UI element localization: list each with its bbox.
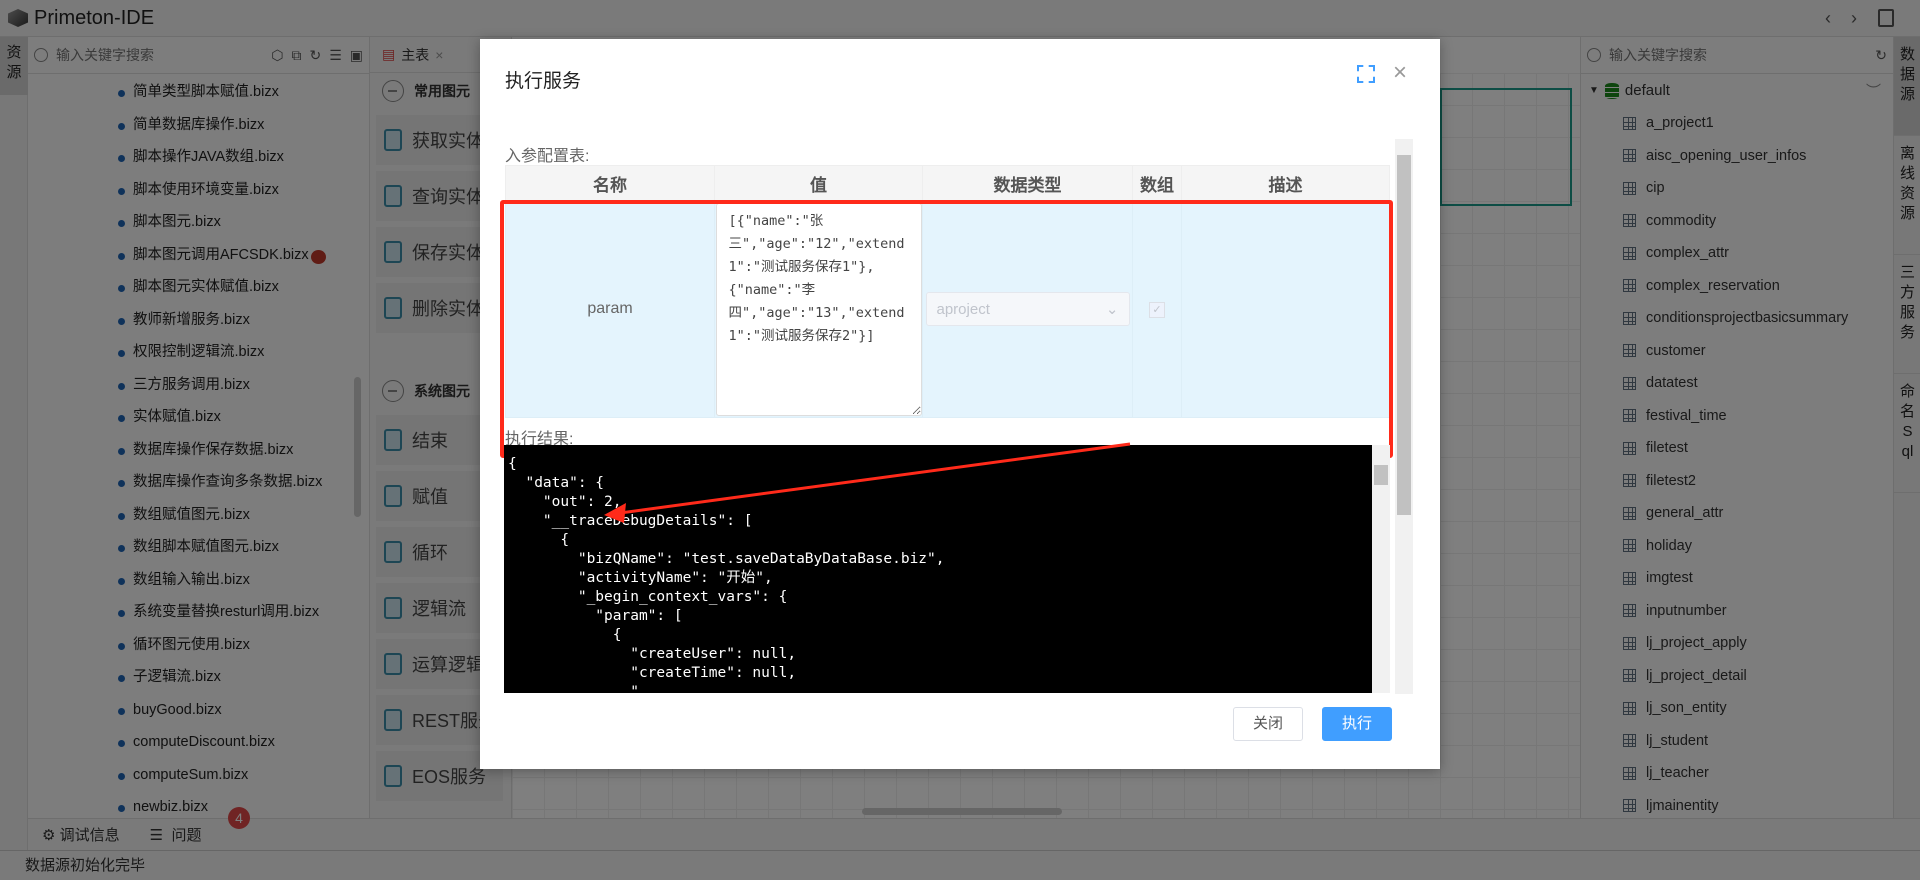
dialog-title: 执行服务 <box>505 71 582 92</box>
dialog-scrollbar[interactable] <box>1395 139 1413 694</box>
param-value-input[interactable]: [{"name":"张三","age":"12","extend1":"测试服务… <box>715 202 922 416</box>
result-console[interactable]: { "data": { "out": 2, "__traceDebugDetai… <box>504 445 1372 693</box>
console-line: { <box>508 456 517 472</box>
console-line: "__traceDebugDetails": [ <box>508 513 753 529</box>
data-type-value: aproject <box>936 300 990 318</box>
console-scrollbar[interactable] <box>1372 445 1390 693</box>
console-line: "bizQName": "test.saveDataByDataBase.biz… <box>508 551 945 567</box>
dialog-scroll-thumb[interactable] <box>1397 155 1411 515</box>
execute-service-dialog: 执行服务 × 入参配置表: 名称 值 数据类型 数组 描述 param [{"n… <box>480 39 1440 769</box>
console-line: "data": { <box>508 475 605 491</box>
params-label: 入参配置表: <box>505 148 590 165</box>
col-name: 名称 <box>505 165 715 201</box>
console-line: "out": 2, <box>508 494 622 510</box>
console-scroll-thumb[interactable] <box>1374 465 1388 485</box>
console-line: "createTime": null, <box>508 665 797 681</box>
console-line: "activityName": "开始", <box>508 570 773 586</box>
data-type-select: aproject ⌄ <box>925 292 1130 326</box>
is-array-checkbox: ✓ <box>1149 302 1165 318</box>
console-line: { <box>508 627 622 643</box>
param-name: param <box>505 200 715 418</box>
console-line: "_begin_context_vars": { <box>508 589 788 605</box>
console-line: "... <box>508 684 666 693</box>
col-desc: 描述 <box>1181 165 1390 201</box>
fullscreen-icon[interactable] <box>1357 65 1375 83</box>
col-value: 值 <box>714 165 923 201</box>
close-button[interactable]: 关闭 <box>1233 707 1303 741</box>
console-line: "createUser": null, <box>508 646 797 662</box>
col-array: 数组 <box>1132 165 1182 201</box>
execute-button[interactable]: 执行 <box>1322 707 1392 741</box>
col-type: 数据类型 <box>922 165 1133 201</box>
table-row: param [{"name":"张三","age":"12","extend1"… <box>505 200 1390 418</box>
console-line: "param": [ <box>508 608 683 624</box>
console-line: { <box>508 532 570 548</box>
chevron-down-icon: ⌄ <box>1105 301 1119 318</box>
close-icon[interactable]: × <box>1393 59 1407 87</box>
params-table: 名称 值 数据类型 数组 描述 param [{"name":"张三","age… <box>505 165 1390 418</box>
param-desc <box>1181 200 1390 418</box>
